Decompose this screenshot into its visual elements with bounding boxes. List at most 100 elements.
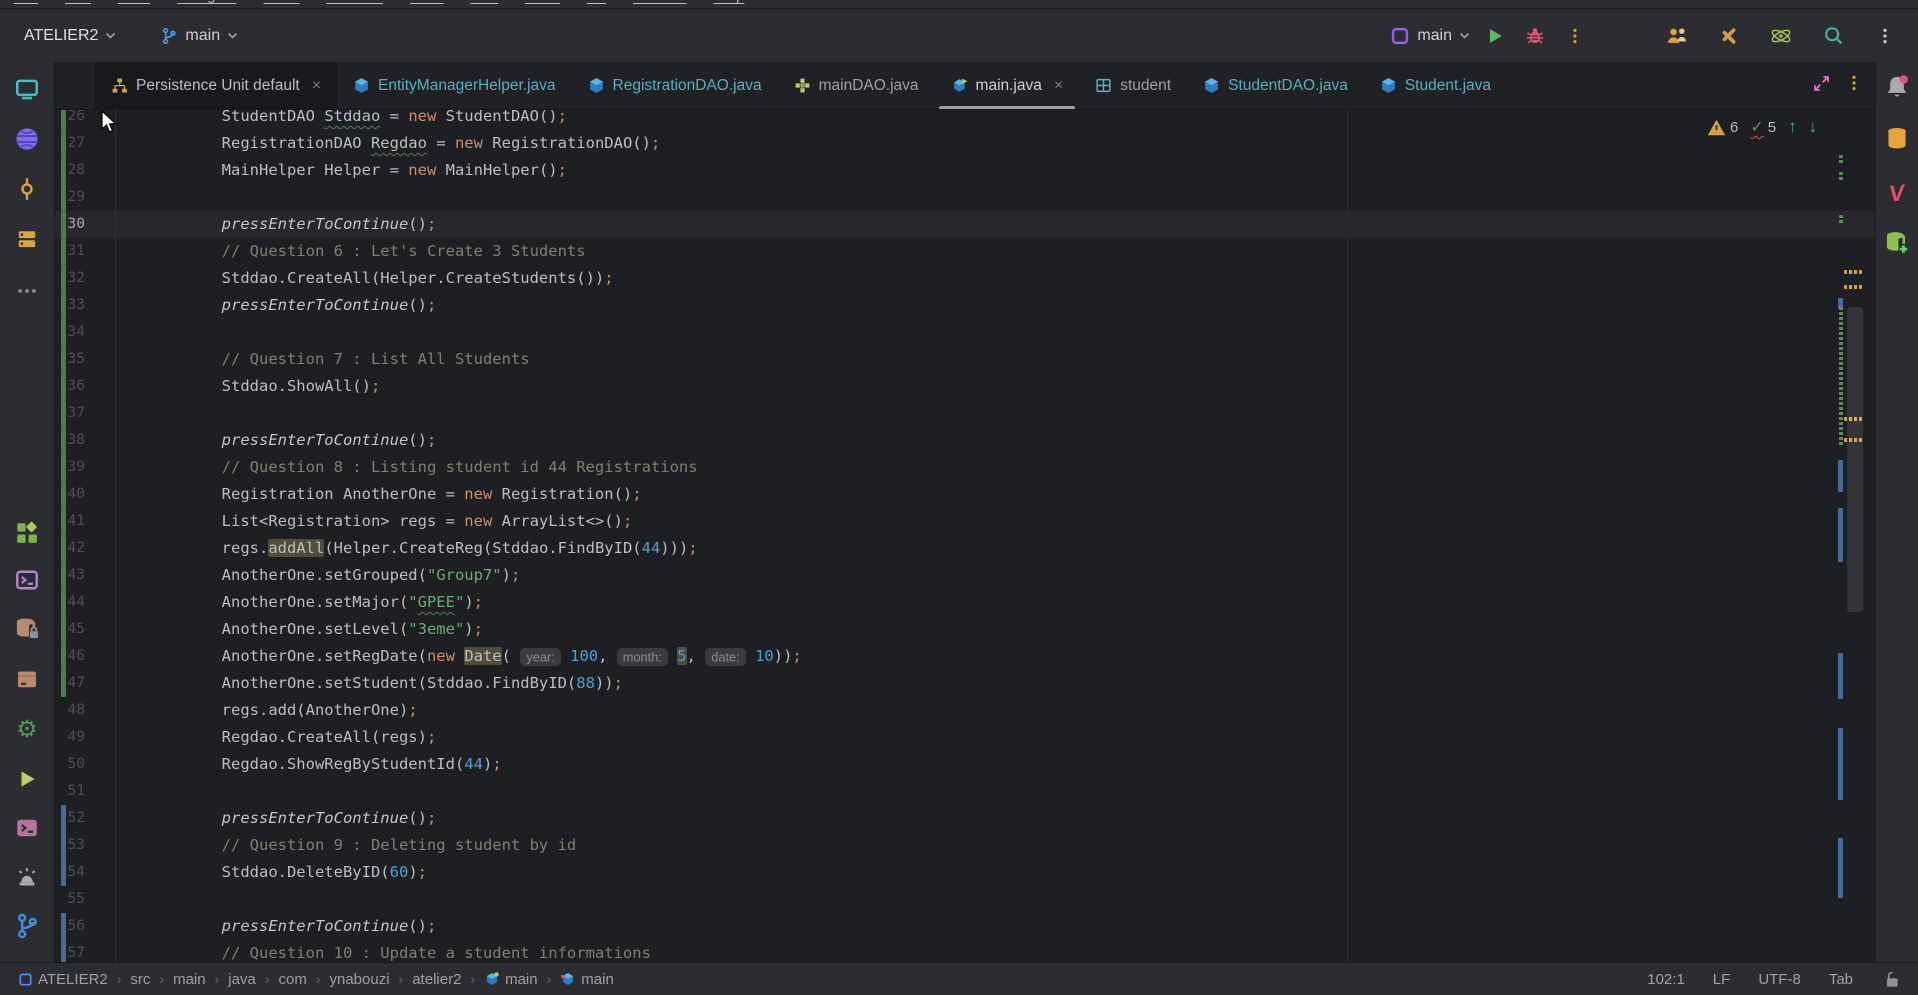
menu-item-file[interactable]: File [14, 0, 38, 4]
gutter[interactable]: 42 [55, 535, 116, 562]
gutter[interactable]: 30 [55, 211, 116, 238]
gutter[interactable]: 38 [55, 427, 116, 454]
code-line[interactable]: 57 // Question 10 : Update a student inf… [55, 940, 1875, 962]
tool-button-database-add[interactable] [1879, 226, 1915, 260]
line-number[interactable]: 49 [68, 724, 85, 751]
gutter[interactable]: 41 [55, 508, 116, 535]
line-number[interactable]: 39 [68, 454, 85, 481]
gutter[interactable]: 40 [55, 481, 116, 508]
menu-item-run[interactable]: Run [470, 0, 498, 4]
line-number[interactable]: 31 [68, 238, 85, 265]
gutter[interactable]: 31 [55, 238, 116, 265]
tools-button[interactable] [1714, 21, 1744, 51]
tool-button-terminal[interactable] [9, 563, 45, 597]
code-line[interactable]: 32 Stddao.CreateAll(Helper.CreateStudent… [55, 265, 1875, 292]
menu-item-help[interactable]: Help [714, 0, 745, 4]
tab-registrationdao-java[interactable]: RegistrationDAO.java [572, 62, 778, 109]
project-widget[interactable]: ATELIER2 [24, 27, 116, 45]
profiler-button[interactable] [1766, 21, 1796, 51]
menu-item-view[interactable]: View [118, 0, 150, 4]
tab-student-java[interactable]: Student.java [1364, 62, 1507, 109]
next-problem-arrow-icon[interactable]: ↓ [1809, 117, 1818, 137]
tab-student[interactable]: student [1079, 62, 1187, 109]
typos-indicator[interactable]: ✓ 5 [1750, 117, 1776, 137]
vcs-branch-widget[interactable]: main [160, 27, 238, 45]
menu-item-navigate[interactable]: Navigate [177, 0, 236, 4]
close-icon[interactable]: × [1054, 77, 1063, 95]
code-line[interactable]: 48 regs.add(AnotherOne); [55, 697, 1875, 724]
inspection-widget[interactable]: 6 ✓ 5 ↑ ↓ [1707, 117, 1817, 137]
code-with-me-button[interactable] [1662, 21, 1692, 51]
tool-button-database-lock[interactable] [9, 612, 45, 646]
line-number[interactable]: 35 [68, 346, 85, 373]
line-number[interactable]: 28 [68, 157, 85, 184]
breadcrumb-project[interactable]: ATELIER2 [18, 971, 108, 988]
code-line[interactable]: 51 [55, 778, 1875, 805]
line-number[interactable]: 53 [68, 832, 85, 859]
tool-button-siren[interactable] [9, 860, 45, 894]
code-line[interactable]: 52 pressEnterToContinue(); [55, 805, 1875, 832]
menu-item-code[interactable]: Code [263, 0, 299, 4]
line-number[interactable]: 27 [68, 130, 85, 157]
breadcrumb-atelier2[interactable]: atelier2 [412, 971, 461, 988]
run-button[interactable] [1480, 21, 1510, 51]
tab-persistence-unit-default[interactable]: Persistence Unit default× [95, 62, 337, 109]
search-everywhere-button[interactable] [1818, 21, 1848, 51]
gutter[interactable]: 34 [55, 319, 116, 346]
tool-button-services-squares[interactable] [9, 516, 45, 550]
gutter[interactable]: 32 [55, 265, 116, 292]
code-line[interactable]: 50 Regdao.ShowRegByStudentId(44); [55, 751, 1875, 778]
code-line[interactable]: 36 Stddao.ShowAll(); [55, 373, 1875, 400]
tab-main-java[interactable]: main.java× [935, 62, 1080, 109]
code-line[interactable]: 47 AnotherOne.setStudent(Stddao.FindByID… [55, 670, 1875, 697]
line-number[interactable]: 48 [68, 697, 85, 724]
code-line[interactable]: 41 List<Registration> regs = new ArrayLi… [55, 508, 1875, 535]
lock-open-icon[interactable] [1881, 970, 1900, 989]
gutter[interactable]: 33 [55, 292, 116, 319]
code-line[interactable]: 35 // Question 7 : List All Students [55, 346, 1875, 373]
gutter[interactable]: 46 [55, 643, 116, 670]
menu-item-git[interactable]: Git [587, 0, 606, 4]
line-number[interactable]: 50 [68, 751, 85, 778]
code-line[interactable]: 26 StudentDAO Stddao = new StudentDAO(); [55, 110, 1875, 130]
debug-button[interactable] [1520, 21, 1550, 51]
gutter[interactable]: 56 [55, 913, 116, 940]
menu-item-refactor[interactable]: Refactor [326, 0, 383, 4]
code-line[interactable]: 31 // Question 6 : Let's Create 3 Studen… [55, 238, 1875, 265]
code-line[interactable]: 39 // Question 8 : Listing student id 44… [55, 454, 1875, 481]
warnings-indicator[interactable]: 6 [1707, 118, 1738, 137]
line-number[interactable]: 44 [68, 589, 85, 616]
tool-button-notifications-bell[interactable] [1879, 70, 1915, 104]
code-editor[interactable]: 26 StudentDAO Stddao = new StudentDAO();… [55, 110, 1875, 962]
code-line[interactable]: 27 RegistrationDAO Regdao = new Registra… [55, 130, 1875, 157]
indent-style[interactable]: Tab [1829, 971, 1853, 988]
breadcrumb-method[interactable]: main [560, 971, 614, 988]
code-line[interactable]: 53 // Question 9 : Deleting student by i… [55, 832, 1875, 859]
gutter[interactable]: 37 [55, 400, 116, 427]
line-number[interactable]: 47 [68, 670, 85, 697]
line-number[interactable]: 54 [68, 859, 85, 886]
tool-button-maven-v[interactable]: V [1879, 176, 1915, 210]
code-line[interactable]: 28 MainHelper Helper = new MainHelper(); [55, 157, 1875, 184]
run-configuration-widget[interactable]: main [1390, 26, 1470, 46]
code-line[interactable]: 37 [55, 400, 1875, 427]
gutter[interactable]: 50 [55, 751, 116, 778]
code-line[interactable]: 30 pressEnterToContinue(); [55, 211, 1875, 238]
tool-button-git-branch[interactable] [9, 909, 45, 943]
gutter[interactable]: 48 [55, 697, 116, 724]
caret-position[interactable]: 102:1 [1647, 971, 1685, 988]
line-number[interactable]: 29 [68, 184, 85, 211]
file-encoding[interactable]: UTF-8 [1758, 971, 1801, 988]
line-number[interactable]: 52 [68, 805, 85, 832]
tool-button-gear[interactable]: ⚙ [9, 712, 45, 746]
gutter[interactable]: 35 [55, 346, 116, 373]
breadcrumb-src[interactable]: src [130, 971, 150, 988]
tool-button-database[interactable] [1879, 122, 1915, 156]
line-number[interactable]: 40 [68, 481, 85, 508]
code-line[interactable]: 46 AnotherOne.setRegDate(new Date( year:… [55, 643, 1875, 670]
line-number[interactable]: 43 [68, 562, 85, 589]
gutter[interactable]: 53 [55, 832, 116, 859]
main-menu-kebab-button[interactable] [1870, 21, 1900, 51]
line-number[interactable]: 36 [68, 373, 85, 400]
more-run-options-button[interactable] [1560, 21, 1590, 51]
